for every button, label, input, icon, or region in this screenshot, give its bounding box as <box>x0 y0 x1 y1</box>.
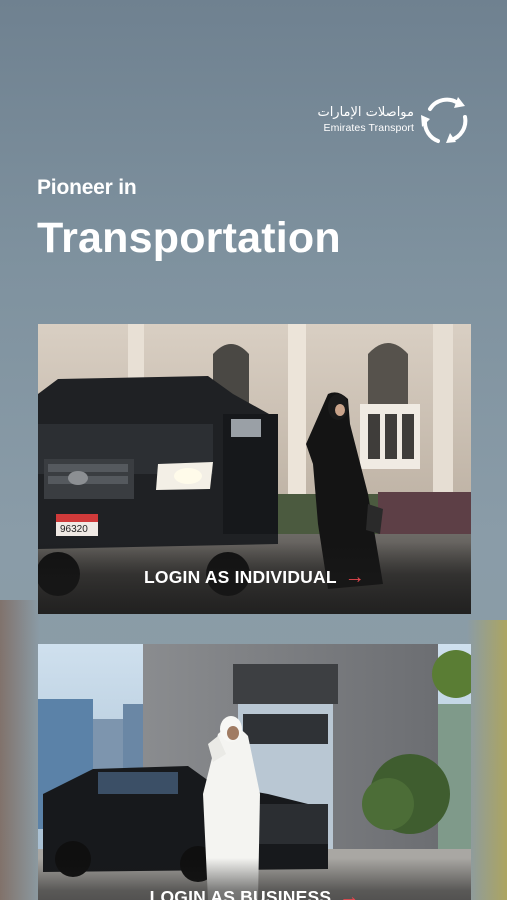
hero-eyebrow: Pioneer in <box>37 176 137 199</box>
logo-wordmark: مواصلات الإمارات Emirates Transport <box>317 105 414 135</box>
recycle-arrows-icon <box>421 97 468 143</box>
login-business-text: LOGIN AS BUSINESS <box>149 887 332 900</box>
license-plate-number: 96320 <box>60 524 88 535</box>
arrow-right-icon: → <box>344 566 365 588</box>
background-blur-left <box>0 600 40 900</box>
login-business-label[interactable]: LOGIN AS BUSINESS → <box>38 886 471 900</box>
logo-english-name: Emirates Transport <box>323 122 414 134</box>
login-business-card[interactable]: LOGIN AS BUSINESS → <box>38 644 471 900</box>
login-individual-label[interactable]: LOGIN AS INDIVIDUAL → <box>38 566 471 589</box>
background-blur-right <box>467 620 507 900</box>
arrow-right-icon: → <box>339 886 360 900</box>
logo-arabic-name: مواصلات الإمارات <box>317 105 414 120</box>
login-individual-card[interactable]: 96320 LOGIN AS INDIVIDUAL → <box>38 324 471 614</box>
hero-headline: Transportation <box>37 214 341 262</box>
login-individual-text: LOGIN AS INDIVIDUAL <box>144 567 337 587</box>
emirates-transport-logo: مواصلات الإمارات Emirates Transport <box>306 93 472 151</box>
